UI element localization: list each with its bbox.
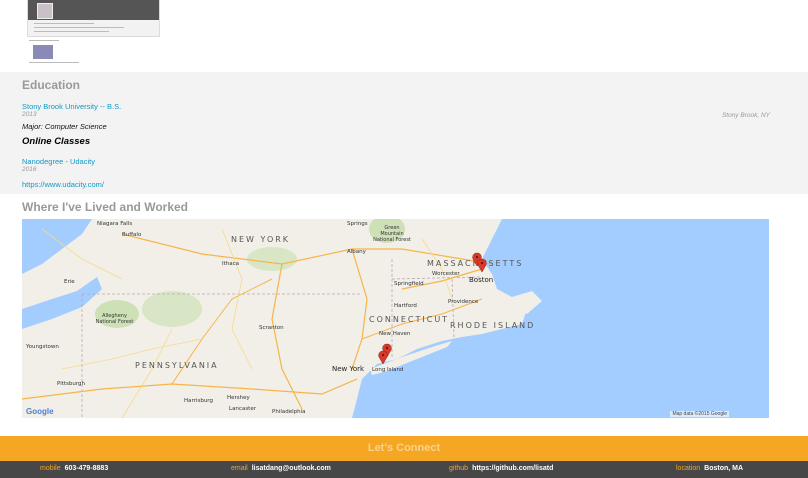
course-link[interactable]: Nanodegree - Udacity — [22, 157, 95, 166]
thumbnail-photo — [33, 45, 53, 59]
map-markers — [378, 252, 487, 365]
map-marker-icon[interactable] — [477, 258, 487, 273]
contact-value[interactable]: 603-479-8883 — [65, 465, 109, 472]
contact-github[interactable]: github https://github.com/lisatd — [449, 465, 553, 472]
lets-connect-title: Let's Connect — [367, 442, 441, 454]
education-section: Education Stony Brook University -- B.S.… — [0, 72, 808, 194]
contact-mobile[interactable]: mobile 603-479-8883 — [40, 465, 108, 472]
contact-bar: mobile 603-479-8883 email lisatdang@outloo… — [0, 461, 808, 478]
online-classes-title: Online Classes — [22, 136, 91, 147]
contact-label: location — [676, 465, 701, 472]
contact-value[interactable]: lisatdang@outlook.com — [252, 465, 331, 472]
project-thumbnail-secondary[interactable] — [27, 37, 87, 67]
contact-label: mobile — [40, 465, 61, 472]
course-url-link[interactable]: https://www.udacity.com/ — [22, 180, 104, 189]
contact-location[interactable]: location Boston, MA — [676, 465, 743, 472]
school-location: Stony Brook, NY — [721, 112, 770, 119]
google-logo[interactable]: Google — [26, 407, 54, 416]
map-attribution[interactable]: Map data ©2015 Google — [670, 411, 729, 417]
project-thumbnail[interactable] — [27, 0, 160, 37]
thumbnail-photo — [37, 3, 53, 19]
lets-connect-bar: Let's Connect — [0, 436, 808, 461]
map-marker-icon[interactable] — [378, 350, 388, 365]
previous-section — [0, 0, 808, 72]
contact-value[interactable]: https://github.com/lisatd — [472, 465, 553, 472]
school-major: Major: Computer Science — [22, 122, 107, 131]
school-date: 2013 — [22, 111, 37, 118]
education-title: Education — [22, 78, 81, 92]
contact-email[interactable]: email lisatdang@outlook.com — [231, 465, 331, 472]
school-link[interactable]: Stony Brook University -- B.S. — [22, 102, 121, 111]
locations-map[interactable]: NEW YORK MASSACHUSETTS CONNECTICUT RHODE… — [22, 219, 769, 418]
course-date: 2016 — [22, 166, 37, 173]
contact-value[interactable]: Boston, MA — [704, 465, 743, 472]
contact-label: github — [449, 465, 469, 472]
contact-label: email — [231, 465, 248, 472]
map-title: Where I've Lived and Worked — [22, 200, 189, 214]
